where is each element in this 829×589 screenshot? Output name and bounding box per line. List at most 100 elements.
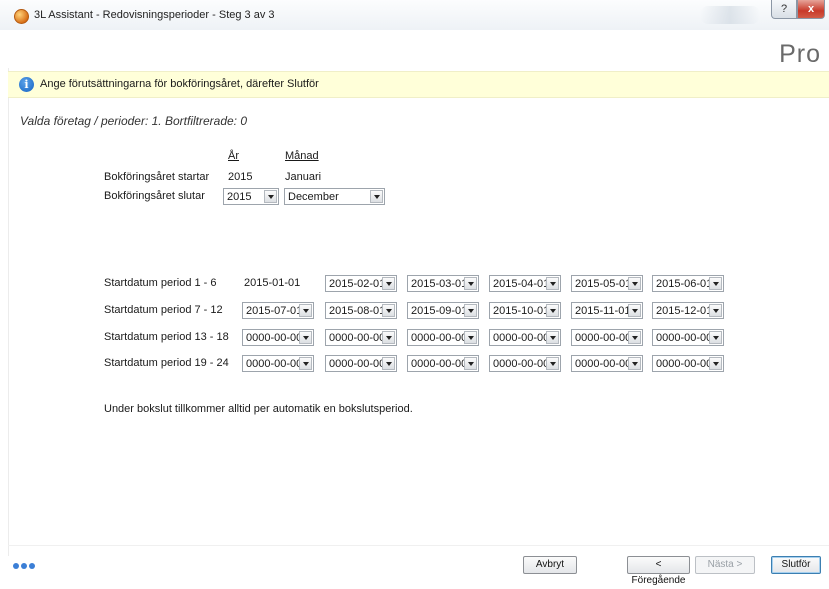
- date-value: 2015-04-01: [493, 278, 550, 290]
- help-button[interactable]: ?: [771, 0, 797, 19]
- period-4-date-select[interactable]: 2015-04-01: [489, 275, 561, 292]
- date-value: 0000-00-00: [575, 332, 632, 344]
- chevron-down-icon[interactable]: [709, 331, 722, 344]
- chevron-down-icon[interactable]: [628, 277, 641, 290]
- period-19-date-select[interactable]: 0000-00-00: [242, 355, 314, 372]
- period-10-date-select[interactable]: 2015-10-01: [489, 302, 561, 319]
- chevron-down-icon[interactable]: [382, 331, 395, 344]
- period-13-date-select[interactable]: 0000-00-00: [242, 329, 314, 346]
- date-value: 0000-00-00: [656, 358, 713, 370]
- progress-dots: [13, 560, 37, 572]
- title-bar: 3L Assistant - Redovisningsperioder - St…: [0, 0, 829, 31]
- end-month-select[interactable]: December: [284, 188, 385, 205]
- chevron-down-icon[interactable]: [546, 277, 559, 290]
- footer-divider: [8, 545, 829, 546]
- title-bar-decoration: [700, 6, 760, 24]
- fiscal-year-start-year: 2015: [228, 171, 253, 183]
- period-row-label-19-24: Startdatum period 19 - 24: [104, 357, 229, 369]
- period-17-date-select[interactable]: 0000-00-00: [571, 329, 643, 346]
- end-year-select[interactable]: 2015: [223, 188, 279, 205]
- period-22-date-select[interactable]: 0000-00-00: [489, 355, 561, 372]
- chevron-down-icon[interactable]: [546, 304, 559, 317]
- chevron-down-icon[interactable]: [628, 304, 641, 317]
- close-button[interactable]: x: [797, 0, 825, 19]
- chevron-down-icon[interactable]: [546, 331, 559, 344]
- period-row-label-13-18: Startdatum period 13 - 18: [104, 331, 229, 343]
- chevron-down-icon[interactable]: [299, 331, 312, 344]
- chevron-down-icon[interactable]: [464, 357, 477, 370]
- chevron-down-icon[interactable]: [464, 331, 477, 344]
- chevron-down-icon[interactable]: [628, 357, 641, 370]
- period-23-date-select[interactable]: 0000-00-00: [571, 355, 643, 372]
- period-row-label-7-12: Startdatum period 7 - 12: [104, 304, 223, 316]
- cancel-button[interactable]: Avbryt: [523, 556, 577, 574]
- period-2-date-select[interactable]: 2015-02-01: [325, 275, 397, 292]
- column-header-year: År: [228, 150, 239, 162]
- period-3-date-select[interactable]: 2015-03-01: [407, 275, 479, 292]
- period-16-date-select[interactable]: 0000-00-00: [489, 329, 561, 346]
- chevron-down-icon[interactable]: [709, 277, 722, 290]
- date-value: 2015-03-01: [411, 278, 468, 290]
- period-11-date-select[interactable]: 2015-11-01: [571, 302, 643, 319]
- period-21-date-select[interactable]: 0000-00-00: [407, 355, 479, 372]
- chevron-down-icon[interactable]: [382, 357, 395, 370]
- logo-strip: [0, 30, 829, 68]
- period-1-start-date: 2015-01-01: [244, 277, 301, 289]
- chevron-down-icon[interactable]: [299, 304, 312, 317]
- period-5-date-select[interactable]: 2015-05-01: [571, 275, 643, 292]
- info-banner: i Ange förutsättningarna för bokföringså…: [8, 71, 829, 98]
- period-14-date-select[interactable]: 0000-00-00: [325, 329, 397, 346]
- chevron-down-icon[interactable]: [464, 304, 477, 317]
- date-value: 2015-08-01: [329, 305, 386, 317]
- chevron-down-icon[interactable]: [464, 277, 477, 290]
- chevron-down-icon[interactable]: [264, 190, 277, 203]
- chevron-down-icon[interactable]: [382, 304, 395, 317]
- period-20-date-select[interactable]: 0000-00-00: [325, 355, 397, 372]
- chevron-down-icon[interactable]: [628, 331, 641, 344]
- banner-text: Ange förutsättningarna för bokföringsåre…: [40, 78, 319, 90]
- finish-button[interactable]: Slutför: [771, 556, 821, 574]
- date-value: 0000-00-00: [656, 332, 713, 344]
- date-value: 0000-00-00: [493, 332, 550, 344]
- fiscal-year-start-month: Januari: [285, 171, 322, 183]
- fiscal-year-start-label: Bokföringsåret startar: [104, 171, 210, 183]
- period-9-date-select[interactable]: 2015-09-01: [407, 302, 479, 319]
- date-value: 0000-00-00: [411, 332, 468, 344]
- chevron-down-icon[interactable]: [370, 190, 383, 203]
- date-value: 2015-05-01: [575, 278, 632, 290]
- chevron-down-icon[interactable]: [546, 357, 559, 370]
- end-year-value: 2015: [227, 191, 252, 203]
- date-value: 2015-09-01: [411, 305, 468, 317]
- column-header-month: Månad: [285, 150, 319, 162]
- chevron-down-icon[interactable]: [382, 277, 395, 290]
- period-24-date-select[interactable]: 0000-00-00: [652, 355, 724, 372]
- period-7-date-select[interactable]: 2015-07-01: [242, 302, 314, 319]
- selection-info: Valda företag / perioder: 1. Bortfiltrer…: [20, 114, 248, 128]
- date-value: 0000-00-00: [246, 358, 303, 370]
- period-6-date-select[interactable]: 2015-06-01: [652, 275, 724, 292]
- window-left-edge: [8, 30, 9, 556]
- end-month-value: December: [288, 191, 339, 203]
- period-12-date-select[interactable]: 2015-12-01: [652, 302, 724, 319]
- date-value: 2015-11-01: [575, 305, 631, 317]
- chevron-down-icon[interactable]: [709, 357, 722, 370]
- chevron-down-icon[interactable]: [299, 357, 312, 370]
- next-button[interactable]: Nästa >: [695, 556, 755, 574]
- closing-period-note: Under bokslut tillkommer alltid per auto…: [104, 403, 413, 415]
- date-value: 2015-06-01: [656, 278, 713, 290]
- date-value: 0000-00-00: [246, 332, 303, 344]
- date-value: 0000-00-00: [329, 332, 386, 344]
- period-15-date-select[interactable]: 0000-00-00: [407, 329, 479, 346]
- period-row-label-1-6: Startdatum period 1 - 6: [104, 277, 217, 289]
- date-value: 0000-00-00: [575, 358, 632, 370]
- period-8-date-select[interactable]: 2015-08-01: [325, 302, 397, 319]
- fiscal-year-end-label: Bokföringsåret slutar: [104, 190, 205, 202]
- step-dot-icon: [29, 563, 35, 569]
- period-18-date-select[interactable]: 0000-00-00: [652, 329, 724, 346]
- date-value: 2015-07-01: [246, 305, 303, 317]
- info-icon: i: [19, 77, 34, 92]
- previous-button[interactable]: < Föregående: [627, 556, 690, 586]
- pro-logo: Pro: [779, 40, 821, 68]
- chevron-down-icon[interactable]: [709, 304, 722, 317]
- step-dot-icon: [13, 563, 19, 569]
